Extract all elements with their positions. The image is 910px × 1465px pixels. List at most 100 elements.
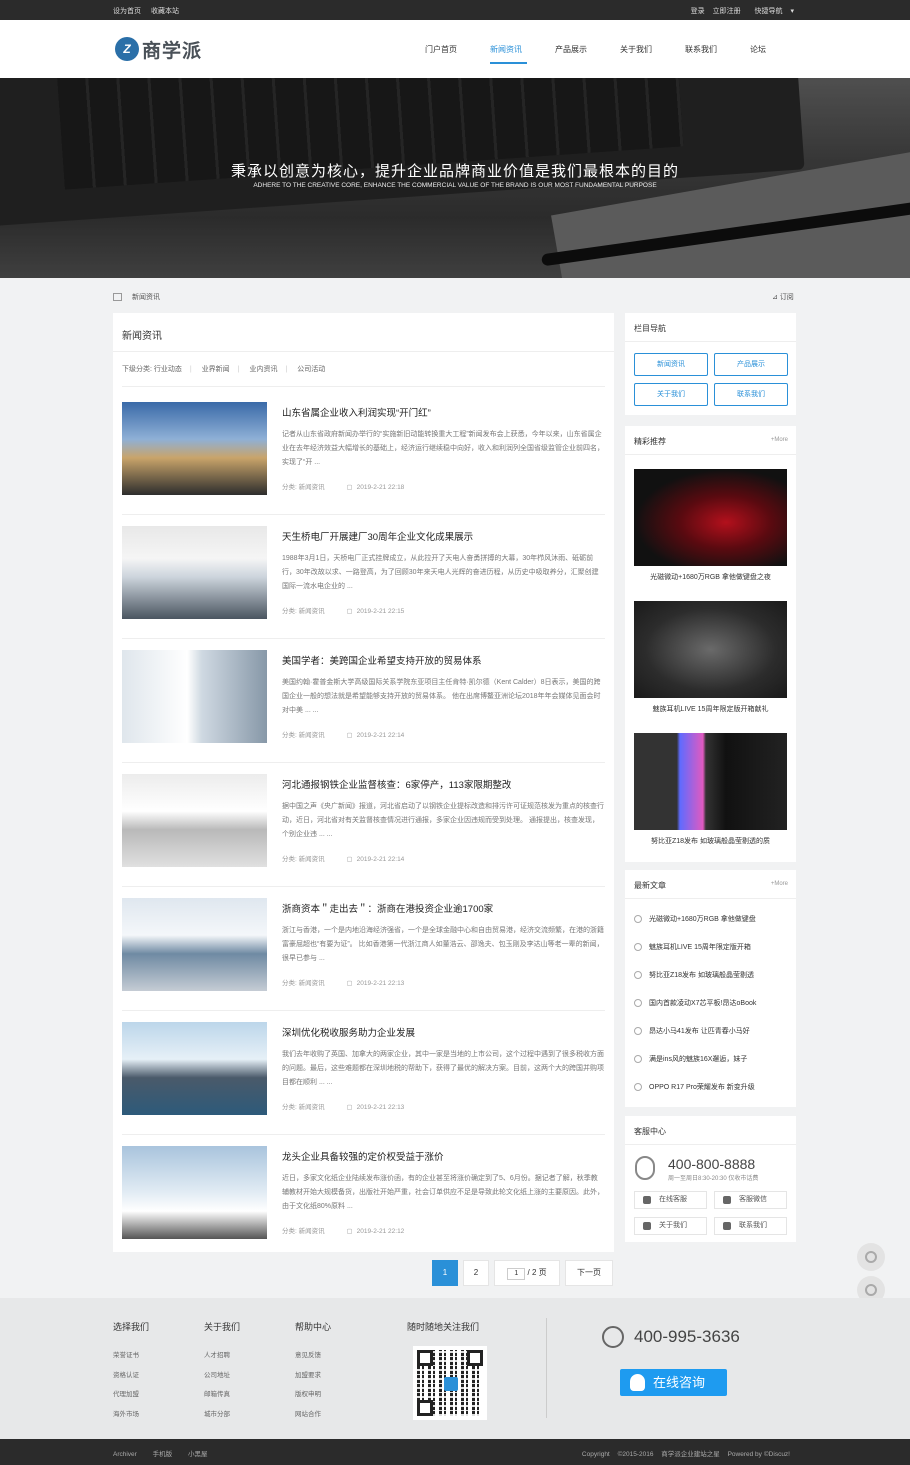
more-link[interactable]: +More [771,881,788,887]
cat-news-button[interactable]: 新闻资讯 [634,353,708,376]
qr-finder [417,1350,433,1366]
about-us-button[interactable]: 关于我们 [634,1217,707,1235]
subcategory-link[interactable]: 业界新闻 [202,366,230,373]
footer-link[interactable]: 意见反馈 [295,1346,331,1366]
nav-about[interactable]: 关于我们 [620,44,652,55]
recommend-image[interactable] [634,601,787,698]
page-jump: 1 / 2 页 [494,1260,560,1286]
article-title[interactable]: 浙商资本＂走出去＂：浙商在港投资企业逾1700家 [282,901,604,915]
footer-link[interactable]: 版权申明 [295,1385,331,1405]
footer-link[interactable]: 公司地址 [204,1366,240,1386]
article-category[interactable]: 分类: 新闻资讯 [282,732,325,739]
article-category[interactable]: 分类: 新闻资讯 [282,856,325,863]
latest-article-item[interactable]: 满是ins风的魅族16X邂逅，妹子 [634,1054,747,1064]
article-title[interactable]: 山东省属企业收入利润实现“开门红” [282,405,604,419]
mobile-link[interactable]: 手机版 [153,1451,173,1458]
latest-article-item[interactable]: 昂达小马41发布 让匹青春小马好 [634,1026,750,1036]
latest-article-item[interactable]: 魅族耳机LIVE 15周年限定版开箱 [634,942,751,952]
recommend-caption[interactable]: 光磁微动+1680万RGB 拿他做键盘之夜 [634,572,787,582]
online-service-button[interactable]: 在线客服 [634,1191,707,1209]
nav-home[interactable]: 门户首页 [425,44,457,55]
quick-nav-label: 快捷导航 [754,8,783,15]
subcategory-link[interactable]: 业内资讯 [249,366,277,373]
archiver-link[interactable]: Archiver [113,1451,137,1458]
rss-link[interactable]: ⊿ 订阅 [772,292,794,302]
footer-link[interactable]: 代理加盟 [113,1385,149,1405]
article-thumbnail[interactable] [122,898,267,991]
recommend-caption[interactable]: 魅族耳机LIVE 15周年限定版开箱献礼 [634,704,787,714]
recommend-item[interactable]: 努比亚Z18发布 如玻璃般晶莹剔透的质 [634,733,787,846]
nav-products[interactable]: 产品展示 [555,44,587,55]
cat-products-button[interactable]: 产品展示 [714,353,788,376]
site-name-link[interactable]: 商学派企业建站之星 [661,1451,720,1458]
article-category[interactable]: 分类: 新闻资讯 [282,608,325,615]
article-category[interactable]: 分类: 新闻资讯 [282,1228,325,1235]
login-link[interactable]: 登录 [691,8,705,15]
latest-article-title: 满是ins风的魅族16X邂逅，妹子 [649,1056,748,1063]
article-category[interactable]: 分类: 新闻资讯 [282,484,325,491]
wechat-icon [723,1196,731,1204]
float-qq-button[interactable] [857,1243,885,1271]
footer-link[interactable]: 海外市场 [113,1405,149,1425]
cat-contact-button[interactable]: 联系我们 [714,383,788,406]
home-icon[interactable] [113,293,122,301]
latest-article-item[interactable]: OPPO R17 Pro荣耀发布 新变升级 [634,1082,755,1092]
article-category[interactable]: 分类: 新闻资讯 [282,1104,325,1111]
footer-link[interactable]: 人才招聘 [204,1346,240,1366]
quick-nav-link[interactable]: 快捷导航 ▾ [749,8,794,15]
page-1-button[interactable]: 1 [432,1260,458,1286]
subcategory-link[interactable]: 行业动态 [154,366,182,373]
subcategory-label: 下级分类: [122,366,152,373]
follow-title: 随时随地关注我们 [407,1322,480,1332]
recommend-item[interactable]: 光磁微动+1680万RGB 拿他做键盘之夜 [634,469,787,582]
nav-news[interactable]: 新闻资讯 [490,44,522,55]
recommend-image[interactable] [634,733,787,830]
set-home-link[interactable]: 设为首页 [113,8,141,15]
article-thumbnail[interactable] [122,526,267,619]
article-thumbnail[interactable] [122,1146,267,1239]
article-thumbnail[interactable] [122,774,267,867]
discuz-link[interactable]: ©Discuz! [764,1451,790,1458]
footer-link[interactable]: 荣誉证书 [113,1346,149,1366]
recommend-image[interactable] [634,469,787,566]
recommend-item[interactable]: 魅族耳机LIVE 15周年限定版开箱献礼 [634,601,787,714]
divider [625,341,796,342]
article-thumbnail[interactable] [122,1022,267,1115]
page-2-button[interactable]: 2 [463,1260,489,1286]
nav-contact[interactable]: 联系我们 [685,44,717,55]
article-category[interactable]: 分类: 新闻资讯 [282,980,325,987]
latest-article-item[interactable]: 国内首款凌动X7芯平板!昂达oBook [634,998,756,1008]
latest-article-item[interactable]: 光磁微动+1680万RGB 拿他做键盘 [634,914,756,924]
recommend-caption[interactable]: 努比亚Z18发布 如玻璃般晶莹剔透的质 [634,836,787,846]
article-title[interactable]: 美国学者：美跨国企业希望支持开放的贸易体系 [282,653,604,667]
blackroom-link[interactable]: 小黑屋 [188,1451,208,1458]
latest-article-item[interactable]: 努比亚Z18发布 如玻璃般晶莹剔透 [634,970,754,980]
article-title[interactable]: 深圳优化税收服务助力企业发展 [282,1025,604,1039]
article-summary: 1988年3月1日，天桥电厂正式挂牌成立，从此拉开了天电人奋勇拼搏的大幕，30年… [282,555,599,590]
more-link[interactable]: +More [771,437,788,443]
latest-article-title: 光磁微动+1680万RGB 拿他做键盘 [649,916,756,923]
article-title[interactable]: 天生桥电厂开展建厂30周年企业文化成果展示 [282,529,604,543]
cat-about-button[interactable]: 关于我们 [634,383,708,406]
site-logo[interactable]: Z 商学派 [115,36,202,62]
register-link[interactable]: 立即注册 [713,8,741,15]
breadcrumb-current[interactable]: 新闻资讯 [132,292,160,302]
article-title[interactable]: 龙头企业具备较强的定价权受益于涨价 [282,1149,604,1163]
bookmark-link[interactable]: 收藏本站 [151,8,179,15]
contact-us-button[interactable]: 联系我们 [714,1217,787,1235]
footer-link[interactable]: 城市分部 [204,1405,240,1425]
article-thumbnail[interactable] [122,650,267,743]
service-wechat-button[interactable]: 客服微信 [714,1191,787,1209]
page-jump-input[interactable]: 1 [507,1268,526,1280]
footer-link[interactable]: 资格认证 [113,1366,149,1386]
subcategory-link[interactable]: 公司活动 [297,366,325,373]
footer-link[interactable]: 加盟要求 [295,1366,331,1386]
nav-forum[interactable]: 论坛 [750,44,766,55]
next-page-button[interactable]: 下一页 [565,1260,613,1286]
article-title[interactable]: 河北通报钢铁企业监督核查：6家停产，113家限期整改 [282,777,604,791]
footer-link[interactable]: 邮箱传真 [204,1385,240,1405]
article-summary: 记者从山东省政府新闻办举行的“实施新旧动能转换重大工程”新闻发布会上获悉，今年以… [282,431,604,466]
footer-link[interactable]: 网站合作 [295,1405,331,1425]
article-thumbnail[interactable] [122,402,267,495]
online-consult-button[interactable]: 在线咨询 [620,1369,727,1396]
